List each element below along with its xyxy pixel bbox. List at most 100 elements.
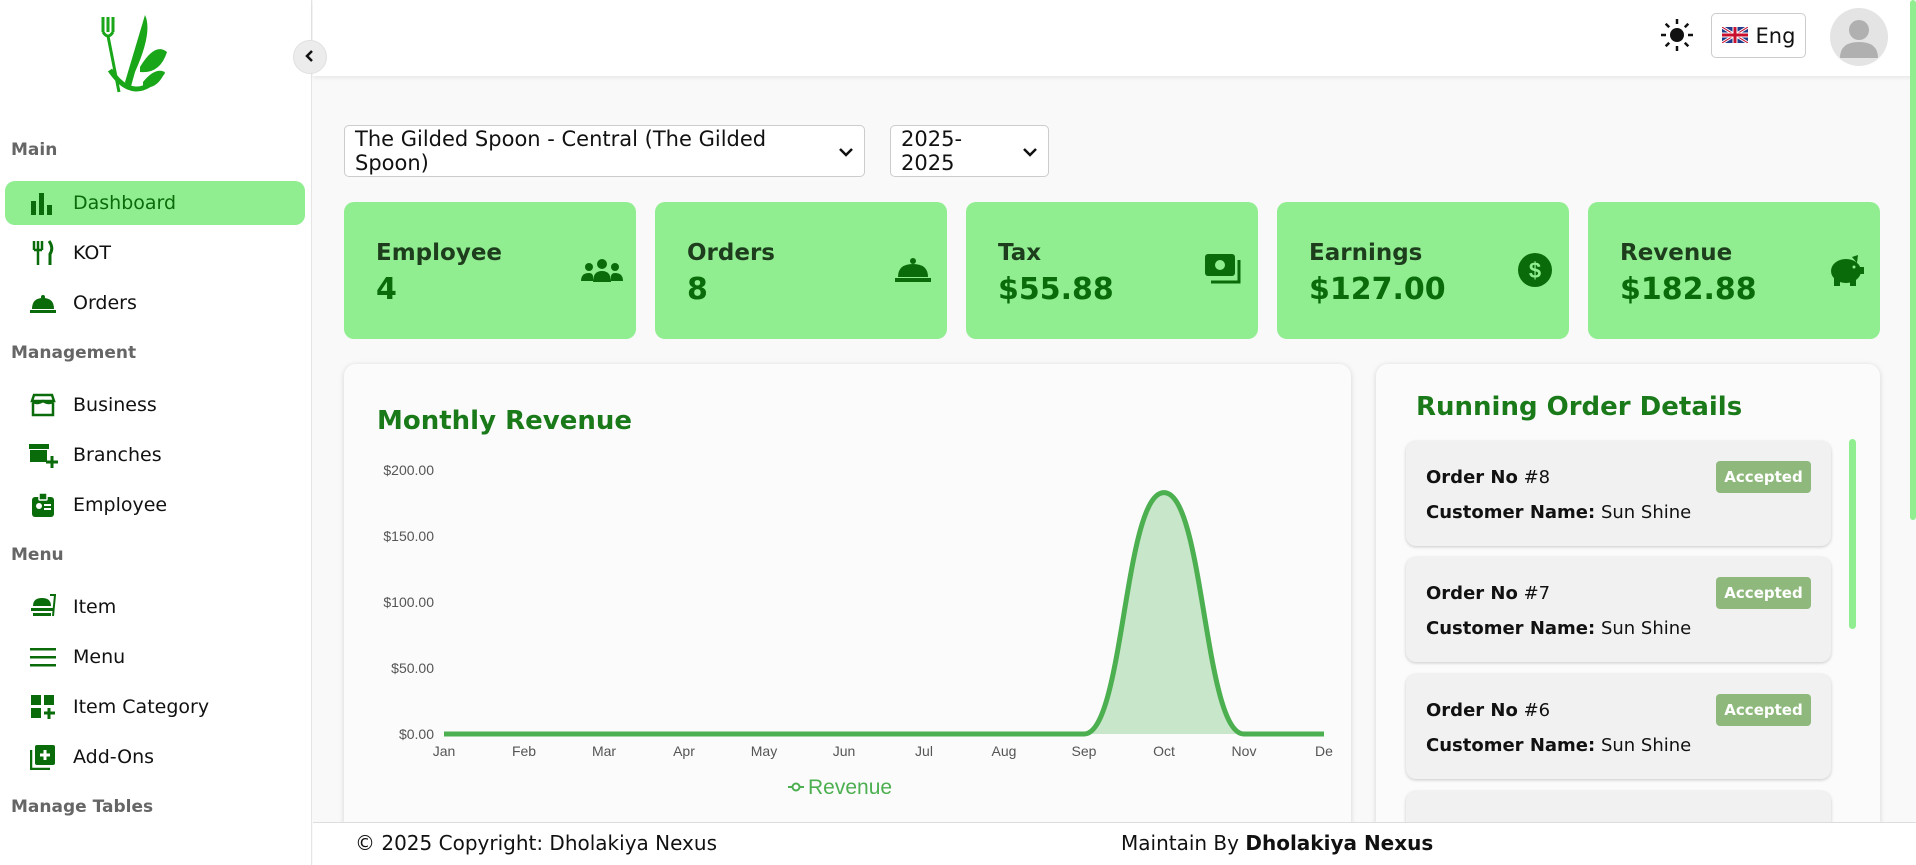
section-label-main: Main [11,140,58,160]
sidebar-item-label: Item Category [73,696,210,718]
revenue-area [444,492,1324,734]
running-orders-panel: Running Order Details Order No #8 Custom… [1376,364,1880,834]
customer-name-label: Customer Name: [1426,618,1596,639]
sidebar-item-branches[interactable]: Branches [5,433,305,477]
food-item-icon [5,585,73,629]
branch-select[interactable]: The Gilded Spoon - Central (The Gilded S… [344,125,865,177]
sidebar-item-label: Add-Ons [73,746,155,768]
y-tick-label: $150.00 [383,528,434,544]
stat-value: 8 [687,272,708,307]
legend-label: Revenue [808,776,892,799]
x-tick-label: Sep [1072,743,1097,759]
y-tick-label: $0.00 [399,726,434,742]
customer-name: Sun Shine [1600,735,1692,756]
sidebar-item-label: Item [73,596,117,618]
uk-flag-icon [1720,24,1749,48]
cloche-icon [5,281,73,325]
status-badge: Accepted [1716,694,1811,726]
stat-value: $127.00 [1309,272,1446,307]
x-tick-label: Jul [915,743,933,759]
sidebar-item-business[interactable]: Business [5,383,305,427]
customer-name-label: Customer Name: [1426,502,1596,523]
order-no-label: Order No [1426,700,1518,721]
x-tick-label: Mar [592,743,616,759]
sidebar-item-label: Menu [73,646,126,668]
stat-value: $55.88 [998,272,1114,307]
section-label-menu: Menu [11,545,64,565]
language-selector[interactable]: Eng [1711,13,1806,58]
y-tick-label: $100.00 [383,594,434,610]
order-card[interactable]: Order No #6 Customer Name: Sun Shine Acc… [1406,674,1831,779]
order-card[interactable]: Order No #8 Customer Name: Sun Shine Acc… [1406,441,1831,546]
customer-name: Sun Shine [1600,618,1692,639]
customer-name: Sun Shine [1600,502,1692,523]
order-card[interactable]: Order No #7 Customer Name: Sun Shine Acc… [1406,557,1831,662]
customer-name-label: Customer Name: [1426,735,1596,756]
x-tick-label: Aug [992,743,1017,759]
stat-card-employee: Employee 4 [344,202,636,339]
stat-value: 4 [376,272,397,307]
stat-card-tax: Tax $55.88 [966,202,1258,339]
x-tick-label: Apr [673,743,695,759]
maintain-prefix: Maintain By [1121,831,1239,855]
sidebar-item-label: Orders [73,292,137,314]
x-tick-label: Jun [833,743,856,759]
order-no-label: Order No [1426,467,1518,488]
section-label-manage-tables: Manage Tables [11,797,154,817]
theme-toggle-button[interactable] [1660,18,1694,52]
year-select-value: 2025-2025 [901,127,963,175]
stat-card-revenue: Revenue $182.88 [1588,202,1880,339]
users-icon [580,250,624,290]
page-scrollbar[interactable] [1910,0,1916,520]
sun-icon [1660,19,1694,56]
stat-title: Employee [376,240,503,266]
plus-box-icon [5,735,73,779]
user-avatar[interactable] [1830,8,1888,66]
chart-legend[interactable]: Revenue [788,776,892,799]
orders-panel-title: Running Order Details [1416,392,1743,422]
id-badge-icon [5,483,73,527]
sidebar-item-add-ons[interactable]: Add-Ons [5,735,305,779]
stat-title: Revenue [1620,240,1733,266]
stat-title: Tax [998,240,1042,266]
language-label: Eng [1755,23,1796,48]
chevron-down-icon [1022,139,1038,163]
sidebar-item-item[interactable]: Item [5,585,305,629]
x-tick-label: May [751,743,777,759]
stat-title: Earnings [1309,240,1423,266]
orders-scrollbar[interactable] [1849,439,1856,629]
store-add-icon [5,433,73,477]
x-tick-label: De [1315,743,1333,759]
sidebar-item-label: Business [73,394,157,416]
revenue-chart: $0.00 $50.00 $100.00 $150.00 $200.00 Jan Feb M… [383,462,1333,799]
piggy-bank-icon [1824,250,1868,290]
order-number: #7 [1523,583,1551,604]
maintain-name: Dholakiya Nexus [1245,831,1434,855]
sidebar-item-label: Branches [73,444,162,466]
sidebar-item-menu[interactable]: Menu [5,635,305,679]
monthly-revenue-panel: Monthly Revenue $0.00 $50.00 $100.00 $150.0… [344,364,1351,834]
sidebar-item-employee[interactable]: Employee [5,483,305,527]
collapse-sidebar-button[interactable] [293,40,327,74]
brand-logo [95,12,175,107]
x-tick-label: Nov [1232,743,1257,759]
sidebar-item-item-category[interactable]: Item Category [5,685,305,729]
category-grid-icon [5,685,73,729]
status-badge: Accepted [1716,577,1811,609]
svg-text:$: $ [1529,258,1541,283]
x-tick-label: Feb [512,743,536,759]
sidebar-item-label: KOT [73,242,111,264]
sidebar-item-orders[interactable]: Orders [5,281,305,325]
stat-value: $182.88 [1620,272,1757,307]
utensils-icon [5,231,73,275]
stat-title: Orders [687,240,775,266]
menu-lines-icon [5,635,73,679]
stat-card-earnings: Earnings $127.00 $ [1277,202,1569,339]
sidebar-item-kot[interactable]: KOT [5,231,305,275]
year-select[interactable]: 2025-2025 [890,125,1049,177]
copyright-text: © 2025 Copyright: Dholakiya Nexus [355,831,717,855]
sidebar-item-dashboard[interactable]: Dashboard [5,181,305,225]
chevron-down-icon [838,139,854,163]
x-tick-label: Oct [1153,743,1175,759]
x-tick-label: Jan [433,743,456,759]
